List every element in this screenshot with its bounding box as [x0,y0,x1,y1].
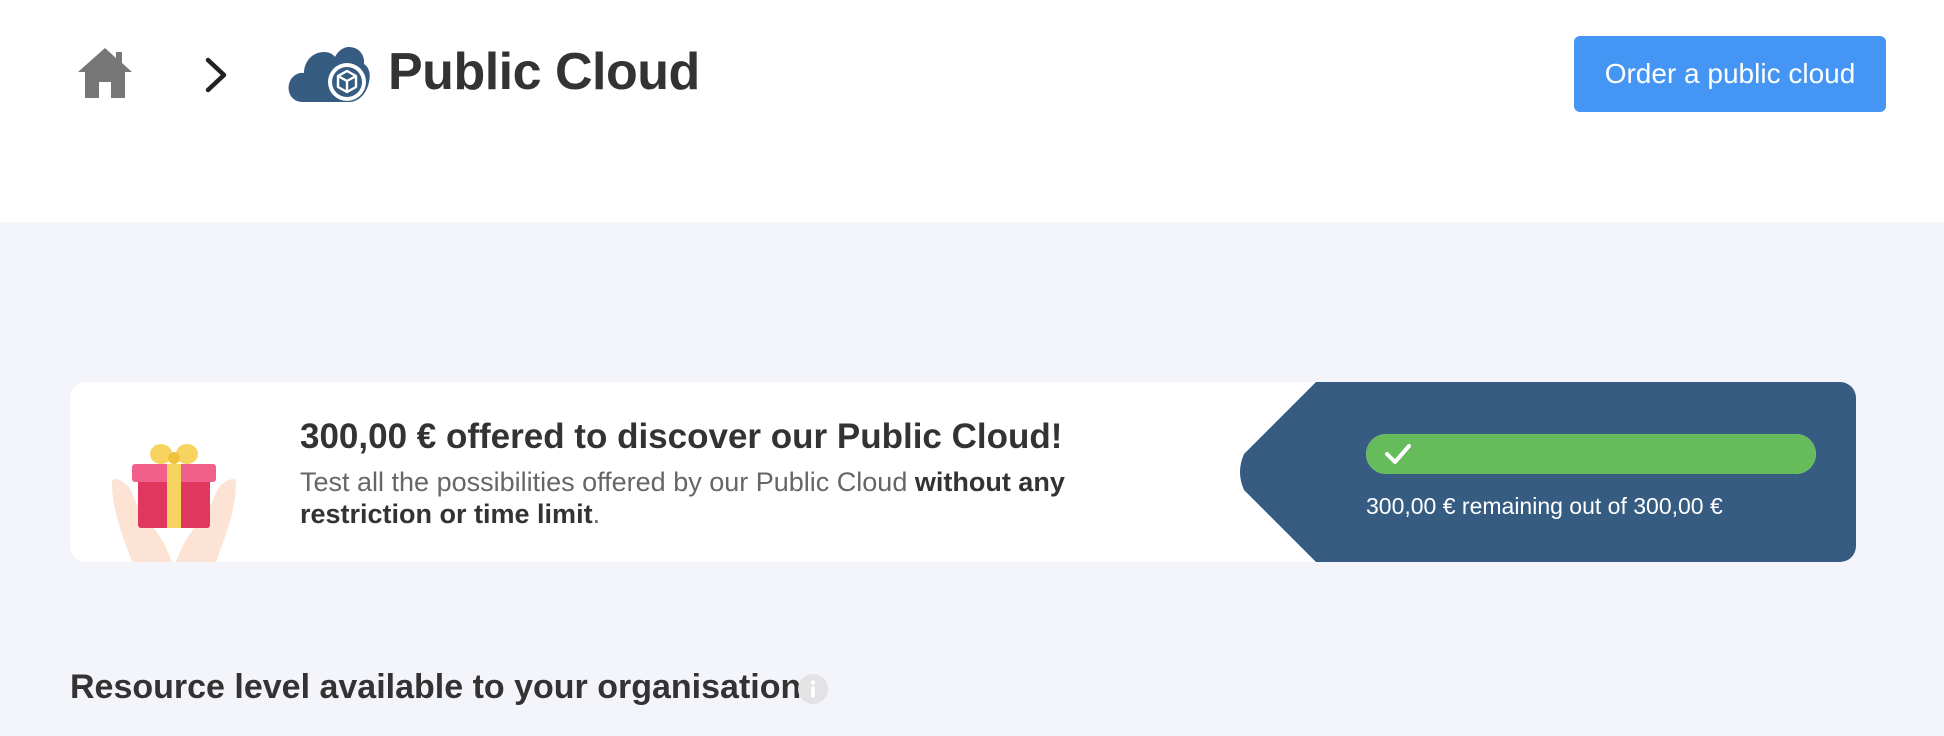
order-public-cloud-button[interactable]: Order a public cloud [1574,36,1886,112]
offer-description-text: Test all the possibilities offered by ou… [300,467,915,497]
offer-card: 300,00 € offered to discover our Public … [70,382,1856,562]
page-title: Public Cloud [388,43,700,101]
credit-panel: 300,00 € remaining out of 300,00 € [1236,382,1856,562]
credit-remaining-text: 300,00 € remaining out of 300,00 € [1366,493,1723,519]
credit-progress-fill [1366,434,1816,474]
credit-progress-bar [1366,434,1816,474]
offer-description-end: . [592,499,601,529]
page-header: Public Cloud Order a public cloud [0,0,1944,222]
offer-description: Test all the possibilities offered by ou… [300,466,1160,530]
check-icon [1385,444,1411,464]
chevron-right-icon [205,57,227,93]
home-icon[interactable] [76,46,134,100]
gift-icon [112,444,236,562]
info-icon[interactable] [797,673,829,705]
cloud-cube-icon [288,47,370,102]
offer-title: 300,00 € offered to discover our Public … [300,417,1063,456]
resource-level-title: Resource level available to your organis… [70,668,802,706]
